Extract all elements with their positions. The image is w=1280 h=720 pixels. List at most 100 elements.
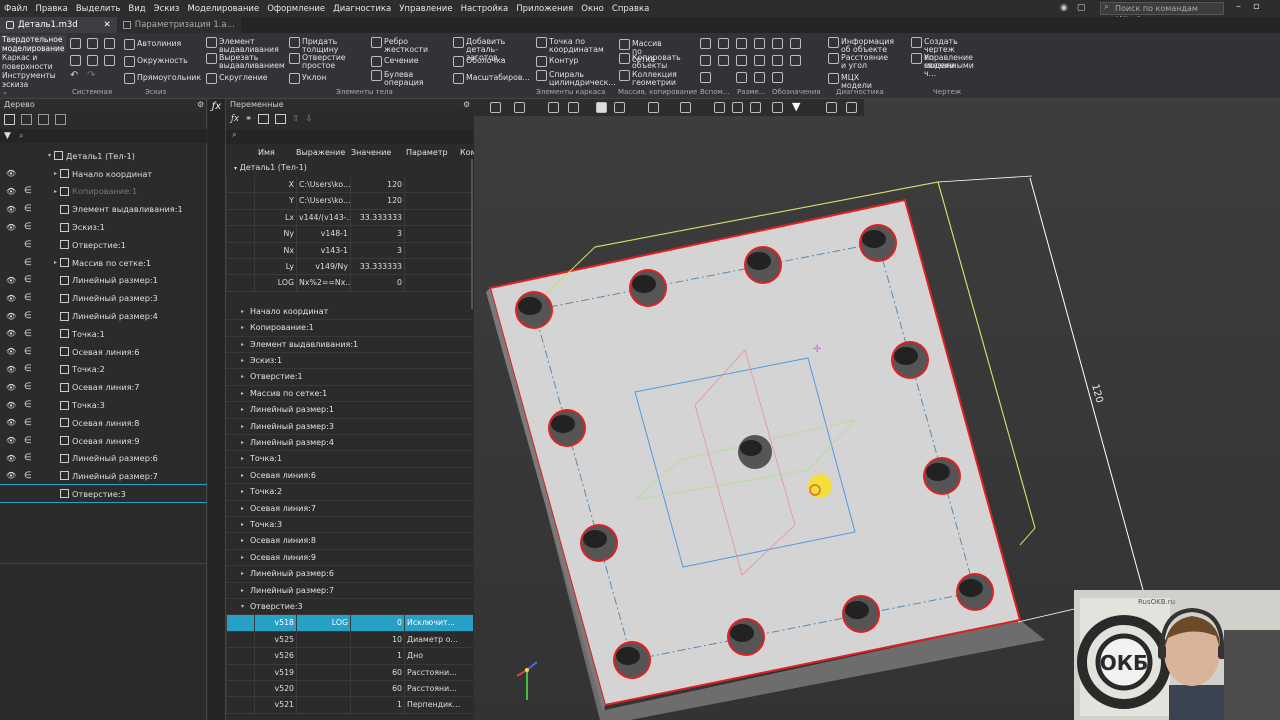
menu-item[interactable]: Справка bbox=[608, 4, 653, 14]
aux-icon[interactable] bbox=[790, 38, 801, 49]
chevron-down-icon[interactable]: ⌄ bbox=[2, 88, 8, 96]
menu-item[interactable]: Эскиз bbox=[150, 4, 184, 14]
include-icon[interactable]: ∈ bbox=[24, 453, 32, 463]
camera-icon[interactable]: ◉ bbox=[1060, 3, 1068, 13]
window-icon[interactable]: ▢ bbox=[1077, 3, 1086, 13]
include-icon[interactable]: ∈ bbox=[24, 293, 32, 303]
mode-solid[interactable]: Твердотельное моделирование bbox=[0, 35, 66, 53]
aux-icon[interactable] bbox=[772, 55, 783, 66]
include-icon[interactable]: ∈ bbox=[24, 311, 32, 321]
ribbon-group-label[interactable]: Разме... bbox=[737, 88, 766, 96]
variable-param-cell[interactable] bbox=[404, 226, 472, 243]
ribbon-tool-button[interactable]: Прямоугольник bbox=[124, 73, 201, 84]
hole[interactable] bbox=[548, 409, 586, 447]
minimize-icon[interactable]: – bbox=[1236, 1, 1241, 12]
visibility-icon[interactable]: 👁 bbox=[6, 383, 16, 392]
variable-name-cell[interactable]: v519 bbox=[254, 664, 296, 681]
include-icon[interactable]: ∈ bbox=[24, 364, 32, 374]
variable-param-cell[interactable] bbox=[404, 259, 472, 275]
include-icon[interactable]: ∈ bbox=[24, 436, 32, 446]
variable-expr-cell[interactable]: C:\Users\ko... bbox=[296, 177, 350, 193]
expand-icon[interactable]: ▸ bbox=[241, 550, 244, 566]
aux-icon[interactable] bbox=[736, 38, 747, 49]
variable-row[interactable]: Ly v149/Ny 33.333333 bbox=[226, 259, 473, 276]
layers-icon[interactable] bbox=[750, 102, 761, 113]
ribbon-tool-button[interactable]: Спираль цилиндрическ... bbox=[536, 70, 616, 87]
hole[interactable] bbox=[923, 457, 961, 495]
include-icon[interactable]: ∈ bbox=[24, 222, 32, 232]
tree-item[interactable]: 👁 ∈ Линейный размер:1 bbox=[0, 272, 207, 290]
variable-name-cell[interactable]: Ny bbox=[254, 226, 296, 243]
ribbon-tool-button[interactable]: Придать толщину bbox=[289, 37, 338, 54]
aux-icon[interactable] bbox=[772, 38, 783, 49]
aux-icon[interactable] bbox=[754, 72, 765, 83]
ribbon-group-label[interactable]: Эскиз bbox=[145, 88, 166, 96]
open-icon[interactable] bbox=[87, 38, 98, 49]
variable-group[interactable]: ▸ Точка:1 bbox=[226, 451, 473, 468]
variable-row[interactable]: v519 60 Расстояни... bbox=[226, 664, 473, 681]
variable-name-cell[interactable]: v526 bbox=[254, 648, 296, 665]
variable-group[interactable]: ▸ Элемент выдавливания:1 bbox=[226, 337, 473, 353]
tree-item[interactable]: ▾ Деталь1 (Тел-1) bbox=[0, 147, 207, 165]
variable-row[interactable]: LOG Nx%2==Nx... 0 bbox=[226, 275, 473, 292]
variable-value-cell[interactable]: 3 bbox=[350, 242, 404, 259]
tree-item[interactable]: ∈ ▸ Массив по сетке:1 bbox=[0, 254, 207, 272]
aux-icon[interactable] bbox=[700, 55, 711, 66]
grid-icon[interactable] bbox=[732, 102, 743, 113]
tree-item[interactable]: 👁 ∈ Осевая линия:7 bbox=[0, 378, 207, 396]
view-cube-icon[interactable] bbox=[596, 102, 607, 113]
hole[interactable] bbox=[956, 573, 994, 611]
variable-name-cell[interactable]: Lx bbox=[254, 209, 296, 226]
expand-icon[interactable]: ▸ bbox=[241, 484, 244, 500]
variable-group[interactable]: ▸ Линейный размер:6 bbox=[226, 566, 473, 583]
ribbon-tool-button[interactable]: Масштабиров... bbox=[453, 73, 530, 84]
hole[interactable] bbox=[629, 269, 667, 307]
aux-icon[interactable] bbox=[718, 38, 729, 49]
variable-group[interactable]: ▸ Копирование:1 bbox=[226, 320, 473, 337]
variable-group[interactable]: ▸ Точка:2 bbox=[226, 484, 473, 501]
variable-value-cell[interactable]: 1 bbox=[350, 697, 404, 714]
include-icon[interactable]: ∈ bbox=[24, 275, 32, 285]
ribbon-group-label[interactable]: Диагностика bbox=[836, 88, 884, 96]
visibility-icon[interactable]: 👁 bbox=[6, 187, 16, 196]
print-icon[interactable] bbox=[70, 55, 81, 66]
zoom-icon[interactable] bbox=[514, 102, 525, 113]
menu-item[interactable]: Приложения bbox=[512, 4, 577, 14]
variable-value-cell[interactable]: 33.333333 bbox=[350, 209, 404, 226]
tree-item[interactable]: 👁 ∈ Линейный размер:3 bbox=[0, 289, 207, 307]
expand-icon[interactable]: ▸ bbox=[241, 402, 244, 418]
aux-icon[interactable] bbox=[736, 55, 747, 66]
ribbon-tool-button[interactable]: Скругление bbox=[206, 73, 268, 84]
menu-item[interactable]: Правка bbox=[31, 4, 71, 14]
scrollbar[interactable] bbox=[471, 159, 473, 309]
include-icon[interactable]: ∈ bbox=[24, 471, 32, 481]
variable-value-cell[interactable]: 120 bbox=[350, 193, 404, 210]
include-icon[interactable]: ∈ bbox=[24, 240, 32, 250]
variable-row[interactable]: Lx v144/(v143-... 33.333333 bbox=[226, 209, 473, 227]
variable-expr-cell[interactable] bbox=[296, 648, 350, 665]
variable-param-cell[interactable] bbox=[404, 242, 472, 259]
menu-item[interactable]: Окно bbox=[577, 4, 608, 14]
include-icon[interactable]: ∈ bbox=[24, 347, 32, 357]
ribbon-tool-button[interactable]: Точка по координатам bbox=[536, 37, 604, 54]
visibility-icon[interactable]: 👁 bbox=[6, 312, 16, 321]
tree-item[interactable]: 👁 ∈ Точка:3 bbox=[0, 396, 207, 414]
variable-name-cell[interactable]: Y bbox=[254, 193, 296, 210]
expand-icon[interactable]: ▸ bbox=[54, 170, 57, 177]
variable-expr-cell[interactable] bbox=[296, 664, 350, 681]
tree-item[interactable]: 👁 ∈ Линейный размер:6 bbox=[0, 450, 207, 468]
variable-expr-cell[interactable]: Nx%2==Nx... bbox=[296, 275, 350, 292]
ribbon-tool-button[interactable]: Контур bbox=[536, 56, 579, 67]
variable-name-cell[interactable]: v525 bbox=[254, 631, 296, 648]
expand-icon[interactable]: ▸ bbox=[241, 583, 244, 599]
menu-item[interactable]: Оформление bbox=[263, 4, 329, 14]
variable-row[interactable]: v521 1 Перпендик... bbox=[226, 697, 473, 714]
expand-icon[interactable]: ▸ bbox=[241, 419, 244, 435]
variable-value-cell[interactable]: 0 bbox=[350, 615, 404, 632]
variable-name-cell[interactable]: v520 bbox=[254, 681, 296, 697]
cut-icon[interactable] bbox=[87, 55, 98, 66]
visibility-icon[interactable]: 👁 bbox=[6, 276, 16, 285]
tree-item[interactable]: 👁 ∈ Точка:2 bbox=[0, 361, 207, 379]
variable-group[interactable]: ▸ Отверстие:1 bbox=[226, 369, 473, 386]
new-file-icon[interactable] bbox=[70, 38, 81, 49]
